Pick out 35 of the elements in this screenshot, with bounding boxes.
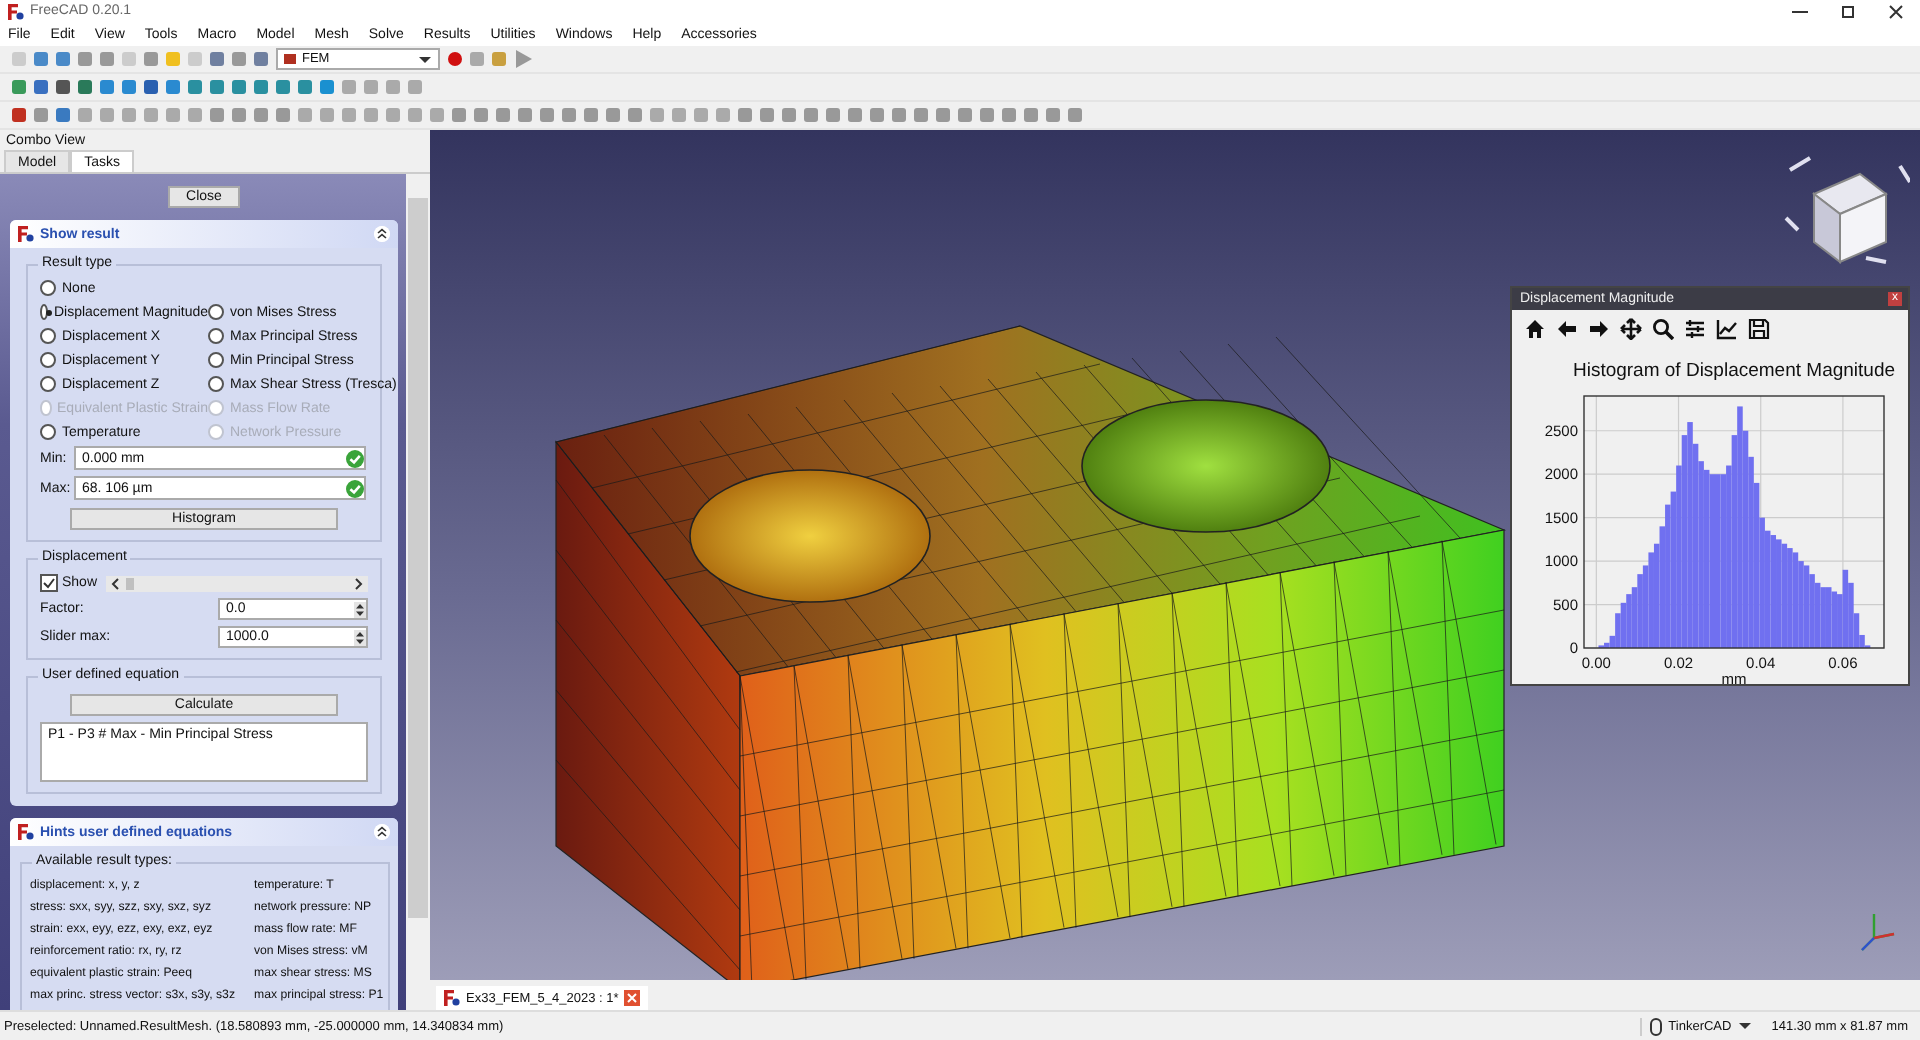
forward-icon[interactable] [1588, 318, 1610, 340]
zoom-icon[interactable] [1652, 318, 1674, 340]
slider-track[interactable] [105, 575, 368, 591]
mesh-block-drawing[interactable] [554, 325, 1507, 980]
collapse-icon[interactable] [374, 824, 390, 840]
collapse-icon[interactable] [374, 226, 390, 242]
check-icon [346, 479, 364, 497]
record-icon[interactable] [448, 52, 462, 66]
home-icon[interactable] [1524, 318, 1546, 340]
axis-cross-icon [1860, 912, 1896, 952]
caret-icon [418, 53, 432, 65]
stop-icon[interactable] [470, 52, 484, 66]
chart-title: Histogram of Displacement Magnitude [1572, 360, 1896, 382]
app-logo-icon [444, 990, 460, 1006]
navigation-cube-icon[interactable] [1784, 156, 1910, 265]
play-icon[interactable] [514, 50, 532, 68]
maximize-icon[interactable] [1840, 3, 1856, 19]
app-logo-icon [8, 3, 24, 19]
mouse-icon [1650, 1017, 1663, 1035]
close-icon[interactable] [1888, 3, 1904, 19]
line-icon[interactable] [1716, 318, 1738, 340]
app-logo-icon [18, 226, 34, 242]
caret-icon [1737, 1020, 1752, 1032]
spinner-icon[interactable] [354, 601, 366, 617]
macro-icon[interactable] [492, 52, 506, 66]
check-icon [346, 449, 364, 467]
sliders-icon[interactable] [1684, 318, 1706, 340]
checkmark-icon [42, 576, 56, 590]
scrollbar[interactable] [406, 174, 430, 1010]
app-logo-icon [18, 824, 34, 840]
move-icon[interactable] [1620, 318, 1642, 340]
back-icon[interactable] [1556, 318, 1578, 340]
spinner-icon[interactable] [354, 629, 366, 645]
slider-thumb[interactable] [125, 577, 134, 589]
save-icon[interactable] [1748, 318, 1770, 340]
